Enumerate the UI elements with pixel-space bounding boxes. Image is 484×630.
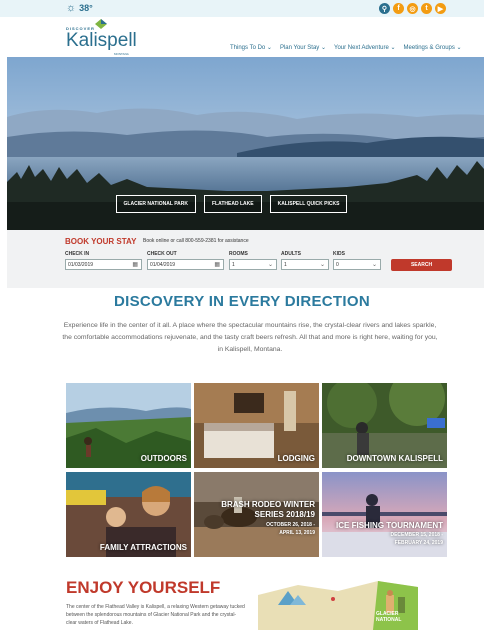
feature-tiles: OUTDOORS LODGING DOWNTOWN KALISPELL FAMI… bbox=[66, 383, 447, 557]
adults-label: ADULTS bbox=[281, 251, 301, 257]
checkout-label: CHECK OUT bbox=[147, 251, 177, 257]
kids-value: 0 bbox=[336, 262, 339, 268]
logo-tagline: MONTANA bbox=[114, 52, 129, 56]
calendar-icon: ▦ bbox=[214, 262, 220, 268]
kids-select[interactable]: 0 ⌄ bbox=[333, 259, 381, 270]
tile-rodeo[interactable]: BRASH RODEO WINTER SERIES 2018/19 OCTOBE… bbox=[194, 472, 319, 557]
main-nav: Things To Do ⌄ Plan Your Stay ⌄ Your Nex… bbox=[230, 44, 462, 51]
search-icon[interactable]: ⚲ bbox=[379, 3, 390, 14]
tile-family-label: FAMILY ATTRACTIONS bbox=[99, 543, 187, 552]
tile-outdoors[interactable]: OUTDOORS bbox=[66, 383, 191, 468]
youtube-icon[interactable]: ▶ bbox=[435, 3, 446, 14]
nav-meetings-groups[interactable]: Meetings & Groups ⌄ bbox=[404, 44, 462, 51]
site-header: DISCOVER Kalispell MONTANA Things To Do … bbox=[0, 17, 484, 57]
checkin-field[interactable]: 01/03/2019 ▦ bbox=[65, 259, 142, 270]
map-label-2: NATIONAL bbox=[376, 617, 402, 623]
tile-lodging[interactable]: LODGING bbox=[194, 383, 319, 468]
chevron-down-icon: ⌄ bbox=[319, 262, 325, 268]
glacier-park-button[interactable]: GLACIER NATIONAL PARK bbox=[115, 195, 196, 213]
logo-name: Kalispell bbox=[66, 30, 137, 51]
tile-outdoors-label: OUTDOORS bbox=[140, 454, 187, 463]
discovery-title: DISCOVERY IN EVERY DIRECTION bbox=[114, 293, 370, 310]
chevron-down-icon: ⌄ bbox=[267, 262, 273, 268]
nav-things-to-do[interactable]: Things To Do ⌄ bbox=[230, 44, 272, 51]
tile-rodeo-label-1: BRASH RODEO WINTER bbox=[221, 500, 315, 509]
tile-rodeo-date-2: APRIL 13, 2019 bbox=[279, 530, 315, 536]
hero-banner: GLACIER NATIONAL PARK FLATHEAD LAKE KALI… bbox=[7, 57, 484, 230]
utility-bar: ☼ 38° ⚲ f ◎ t ▶ bbox=[0, 0, 484, 17]
search-button[interactable]: SEARCH bbox=[391, 259, 452, 271]
tile-ice-fishing[interactable]: ICE FISHING TOURNAMENT DECEMBER 15, 2018… bbox=[322, 472, 447, 557]
hero-buttons: GLACIER NATIONAL PARK FLATHEAD LAKE KALI… bbox=[7, 195, 470, 213]
temperature: 38° bbox=[79, 3, 93, 13]
rooms-label: ROOMS bbox=[229, 251, 248, 257]
chevron-down-icon: ⌄ bbox=[371, 262, 377, 268]
site-logo[interactable]: DISCOVER Kalispell MONTANA bbox=[66, 19, 137, 56]
booking-subtitle: Book online or call 800-559-2381 for ass… bbox=[143, 238, 249, 244]
enjoy-text: The center of the Flathead Valley is Kal… bbox=[66, 604, 245, 626]
tile-ice-fishing-label: ICE FISHING TOURNAMENT bbox=[336, 521, 443, 530]
adults-select[interactable]: 1 ⌄ bbox=[281, 259, 329, 270]
tile-ice-date-2: FEBRUARY 24, 2019 bbox=[394, 540, 443, 546]
tile-family[interactable]: FAMILY ATTRACTIONS bbox=[66, 472, 191, 557]
booking-widget: BOOK YOUR STAY Book online or call 800-5… bbox=[7, 230, 484, 288]
nav-next-adventure[interactable]: Your Next Adventure ⌄ bbox=[334, 44, 396, 51]
checkin-value: 01/03/2019 bbox=[68, 262, 94, 268]
twitter-icon[interactable]: t bbox=[421, 3, 432, 14]
kids-label: KIDS bbox=[333, 251, 345, 257]
checkout-field[interactable]: 01/04/2019 ▦ bbox=[147, 259, 224, 270]
sun-icon: ☼ bbox=[66, 2, 77, 14]
enjoy-title: ENJOY YOURSELF bbox=[66, 578, 221, 597]
quick-picks-button[interactable]: KALISPELL QUICK PICKS bbox=[269, 195, 348, 213]
rooms-select[interactable]: 1 ⌄ bbox=[229, 259, 277, 270]
tile-downtown-label: DOWNTOWN KALISPELL bbox=[346, 454, 443, 463]
logo-leaf-icon bbox=[95, 19, 107, 29]
instagram-icon[interactable]: ◎ bbox=[407, 3, 418, 14]
weather-widget: ☼ 38° bbox=[66, 2, 93, 14]
tile-rodeo-date-1: OCTOBER 26, 2018 - bbox=[266, 522, 315, 528]
checkout-value: 01/04/2019 bbox=[150, 262, 176, 268]
flathead-lake-button[interactable]: FLATHEAD LAKE bbox=[204, 195, 262, 213]
tile-downtown[interactable]: DOWNTOWN KALISPELL bbox=[322, 383, 447, 468]
tile-lodging-label: LODGING bbox=[277, 454, 315, 463]
tile-ice-date-1: DECEMBER 15, 2018 - bbox=[390, 532, 443, 538]
discovery-text: Experience life in the center of it all.… bbox=[62, 322, 438, 353]
nav-plan-your-stay[interactable]: Plan Your Stay ⌄ bbox=[280, 44, 326, 51]
tile-rodeo-label-2: SERIES 2018/19 bbox=[254, 510, 315, 519]
booking-title: BOOK YOUR STAY bbox=[65, 237, 137, 246]
adults-value: 1 bbox=[284, 262, 287, 268]
rooms-value: 1 bbox=[232, 262, 235, 268]
map-illustration: GLACIER NATIONAL bbox=[258, 573, 418, 630]
calendar-icon: ▦ bbox=[132, 262, 138, 268]
checkin-label: CHECK IN bbox=[65, 251, 90, 257]
social-links: ⚲ f ◎ t ▶ bbox=[379, 3, 446, 14]
facebook-icon[interactable]: f bbox=[393, 3, 404, 14]
